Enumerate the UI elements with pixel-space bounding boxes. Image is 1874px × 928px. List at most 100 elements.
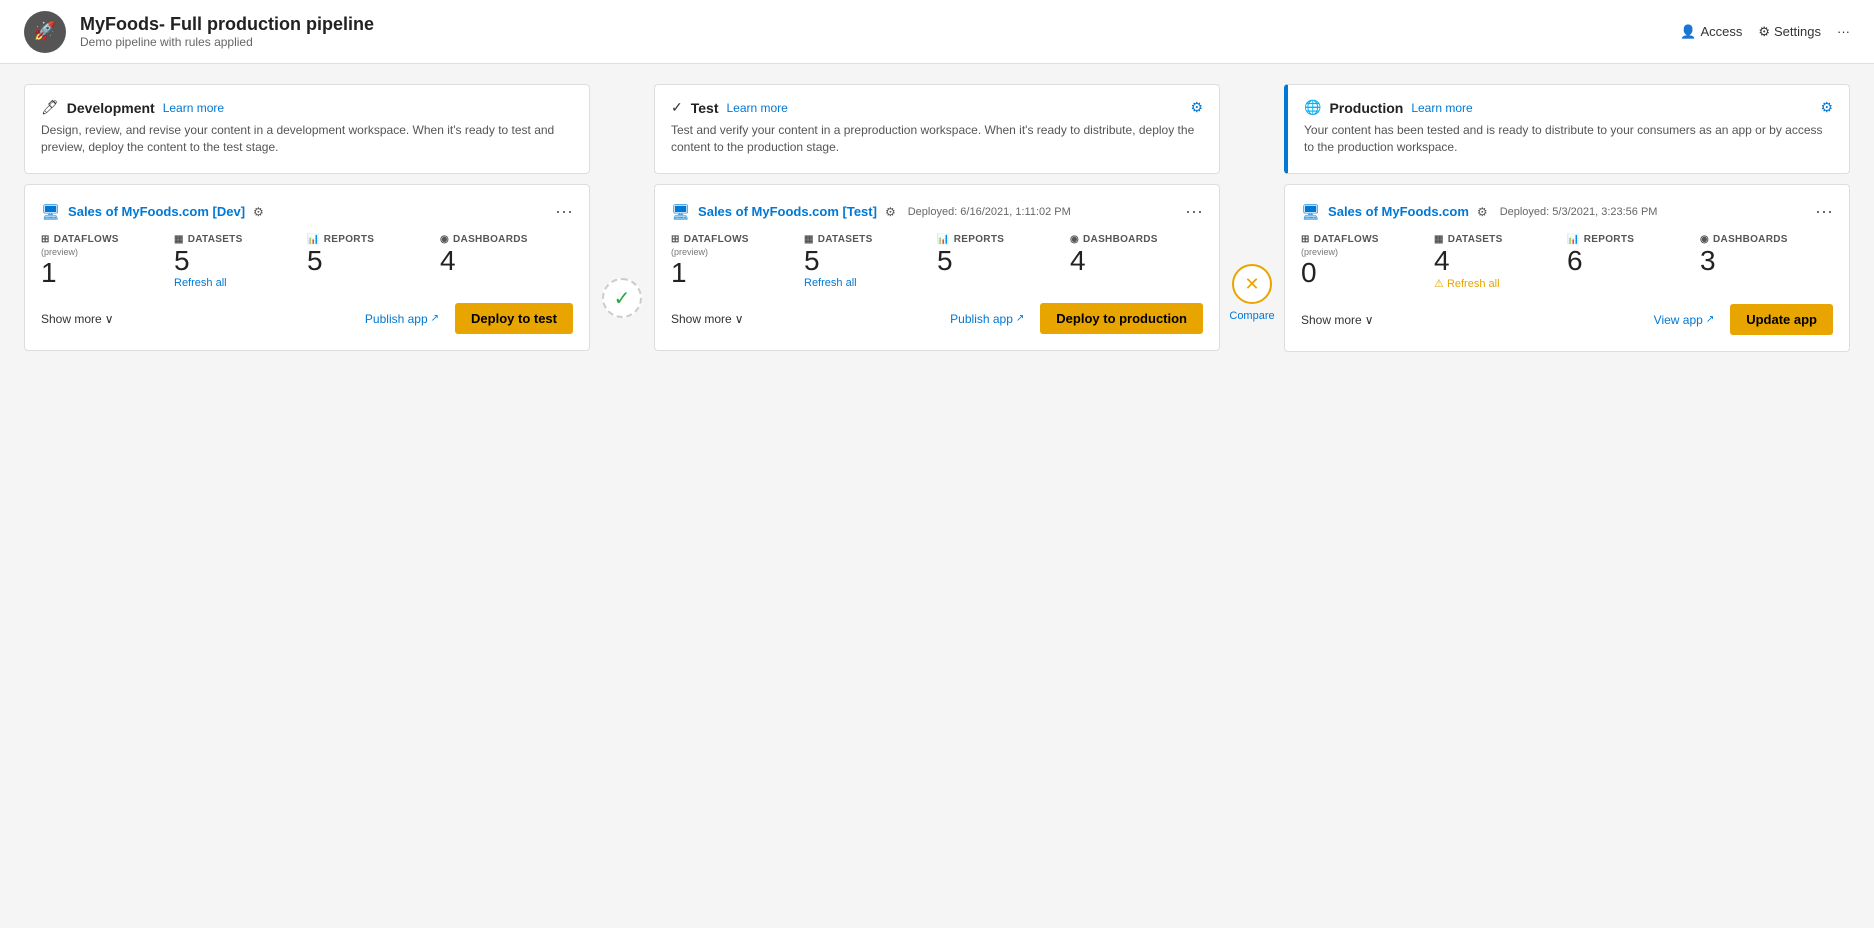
stage-header-production: 🌐 Production Learn more ⚙ Your content h… (1284, 84, 1850, 174)
workspace-header-prod: 🖥 Sales of MyFoods.com ⚙ Deployed: 5/3/2… (1301, 201, 1833, 222)
show-more-prod[interactable]: Show more ∨ (1301, 313, 1374, 327)
dashboards-icon-test: ◉ (1070, 234, 1079, 245)
arrow-col-1: ✓ (590, 184, 654, 352)
datasets-icon-test: ▦ (804, 234, 814, 245)
dataflows-icon-test: ⊞ (671, 234, 680, 245)
datasets-value-dev: 5 (174, 247, 190, 275)
metric-dataflows-dev: ⊞ DATAFLOWS (preview) 1 (41, 234, 174, 287)
dataflows-value-prod: 0 (1301, 259, 1317, 287)
workspace-card-prod: 🖥 Sales of MyFoods.com ⚙ Deployed: 5/3/2… (1284, 184, 1850, 352)
prod-learn-more[interactable]: Learn more (1411, 101, 1472, 115)
metrics-row-prod: ⊞ DATAFLOWS (preview) 0 ▦ DATASETS 4 (1301, 234, 1833, 290)
workspace-name-dev[interactable]: Sales of MyFoods.com [Dev] (68, 204, 245, 219)
deploy-to-production-button[interactable]: Deploy to production (1040, 303, 1203, 334)
refresh-all-dev[interactable]: Refresh all (174, 277, 227, 289)
settings-button[interactable]: ⚙ Settings (1758, 24, 1821, 40)
stage-header-development: 🖊 Development Learn more Design, review,… (24, 84, 590, 174)
workspace-name-prod[interactable]: Sales of MyFoods.com (1328, 204, 1469, 219)
top-bar: 🚀 MyFoods- Full production pipeline Demo… (0, 0, 1874, 64)
page-title: MyFoods- Full production pipeline (80, 14, 374, 35)
stage-header-card-test: ✓ Test Learn more ⚙ Test and verify your… (654, 84, 1220, 174)
workspace-name-test[interactable]: Sales of MyFoods.com [Test] (698, 204, 877, 219)
workspace-rules-icon-test: ⚙ (885, 205, 896, 219)
dashboards-value-test: 4 (1070, 247, 1086, 275)
access-label: Access (1700, 24, 1742, 39)
stage-title-row-test: ✓ Test Learn more ⚙ (671, 99, 1203, 116)
deploy-to-test-button[interactable]: Deploy to test (455, 303, 573, 334)
datasets-icon-prod: ▦ (1434, 234, 1444, 245)
access-button[interactable]: 👤 Access (1680, 24, 1742, 40)
workspace-rules-icon-dev: ⚙ (253, 205, 264, 219)
dev-stage-icon: 🖊 (41, 99, 59, 116)
test-learn-more[interactable]: Learn more (726, 101, 787, 115)
page-subtitle: Demo pipeline with rules applied (80, 35, 374, 49)
workspace-menu-dev[interactable]: ··· (555, 201, 573, 222)
arrow-col-2: ✕ Compare (1220, 184, 1284, 352)
stage-header-test: ✓ Test Learn more ⚙ Test and verify your… (654, 84, 1220, 174)
metric-datasets-test: ▦ DATASETS 5 Refresh all (804, 234, 937, 289)
metric-reports-test: 📊 REPORTS 5 (937, 234, 1070, 275)
refresh-all-prod[interactable]: ⚠ Refresh all (1434, 277, 1500, 290)
gear-icon: ⚙ (1758, 24, 1770, 40)
test-stage-name: Test (691, 100, 719, 116)
publish-app-test[interactable]: Publish app ↗ (950, 312, 1024, 326)
stage-title-row-dev: 🖊 Development Learn more (41, 99, 573, 116)
view-app-prod[interactable]: View app ↗ (1654, 313, 1715, 327)
header-title-group: MyFoods- Full production pipeline Demo p… (80, 14, 374, 49)
workspace-menu-prod[interactable]: ··· (1815, 201, 1833, 222)
metrics-row-test: ⊞ DATAFLOWS (preview) 1 ▦ DATASETS 5 R (671, 234, 1203, 289)
more-button[interactable]: ··· (1837, 24, 1850, 39)
prod-stage-desc: Your content has been tested and is read… (1304, 122, 1833, 156)
metric-dashboards-prod: ◉ DASHBOARDS 3 (1700, 234, 1833, 275)
dev-stage-name: Development (67, 100, 155, 116)
dashboards-value-dev: 4 (440, 247, 456, 275)
chevron-down-icon-test: ∨ (735, 312, 744, 326)
workspace-col-test: 🖥 Sales of MyFoods.com [Test] ⚙ Deployed… (654, 184, 1220, 352)
dataflows-value-test: 1 (671, 259, 687, 287)
metric-datasets-dev: ▦ DATASETS 5 Refresh all (174, 234, 307, 289)
publish-app-dev[interactable]: Publish app ↗ (365, 312, 439, 326)
test-stage-desc: Test and verify your content in a prepro… (671, 122, 1203, 156)
dev-learn-more[interactable]: Learn more (163, 101, 224, 115)
metric-dashboards-test: ◉ DASHBOARDS 4 (1070, 234, 1203, 275)
dev-stage-desc: Design, review, and revise your content … (41, 122, 573, 156)
workspace-icon-dev: 🖥 (41, 203, 60, 221)
workspace-deployed-prod: Deployed: 5/3/2021, 3:23:56 PM (1500, 206, 1658, 218)
datasets-value-prod: 4 (1434, 247, 1450, 275)
dashboards-icon-dev: ◉ (440, 234, 449, 245)
chevron-down-icon-dev: ∨ (105, 312, 114, 326)
external-link-icon-dev: ↗ (431, 313, 439, 324)
dashboards-icon-prod: ◉ (1700, 234, 1709, 245)
refresh-all-test[interactable]: Refresh all (804, 277, 857, 289)
dashboards-value-prod: 3 (1700, 247, 1716, 275)
workspace-menu-test[interactable]: ··· (1185, 201, 1203, 222)
datasets-value-test: 5 (804, 247, 820, 275)
update-app-button[interactable]: Update app (1730, 304, 1833, 335)
show-more-dev[interactable]: Show more ∨ (41, 312, 114, 326)
metrics-row-dev: ⊞ DATAFLOWS (preview) 1 ▦ DATASETS 5 R (41, 234, 573, 289)
stage-header-card-dev: 🖊 Development Learn more Design, review,… (24, 84, 590, 174)
datasets-icon-dev: ▦ (174, 234, 184, 245)
metric-dataflows-test: ⊞ DATAFLOWS (preview) 1 (671, 234, 804, 287)
show-more-test[interactable]: Show more ∨ (671, 312, 744, 326)
warning-icon-prod: ⚠ (1434, 278, 1444, 290)
external-link-icon-test: ↗ (1016, 313, 1024, 324)
compare-link[interactable]: Compare (1229, 310, 1274, 322)
card-footer-dev: Show more ∨ Publish app ↗ Deploy to test (41, 303, 573, 334)
dataflows-icon-prod: ⊞ (1301, 234, 1310, 245)
workspace-rules-icon-prod: ⚙ (1477, 205, 1488, 219)
reports-value-prod: 6 (1567, 247, 1583, 275)
reports-icon-test: 📊 (937, 234, 950, 245)
test-refresh-icon[interactable]: ⚙ (1190, 99, 1203, 116)
stage-title-row-prod: 🌐 Production Learn more ⚙ (1304, 99, 1833, 116)
workspace-header-dev: 🖥 Sales of MyFoods.com [Dev] ⚙ ··· (41, 201, 573, 222)
header-left: 🚀 MyFoods- Full production pipeline Demo… (24, 11, 374, 53)
card-footer-prod: Show more ∨ View app ↗ Update app (1301, 304, 1833, 335)
metric-reports-dev: 📊 REPORTS 5 (307, 234, 440, 275)
workspace-col-prod: 🖥 Sales of MyFoods.com ⚙ Deployed: 5/3/2… (1284, 184, 1850, 352)
prod-refresh-icon[interactable]: ⚙ (1820, 99, 1833, 116)
dataflows-icon-dev: ⊞ (41, 234, 50, 245)
reports-value-dev: 5 (307, 247, 323, 275)
header-right: 👤 Access ⚙ Settings ··· (1680, 24, 1850, 40)
reports-icon-dev: 📊 (307, 234, 320, 245)
